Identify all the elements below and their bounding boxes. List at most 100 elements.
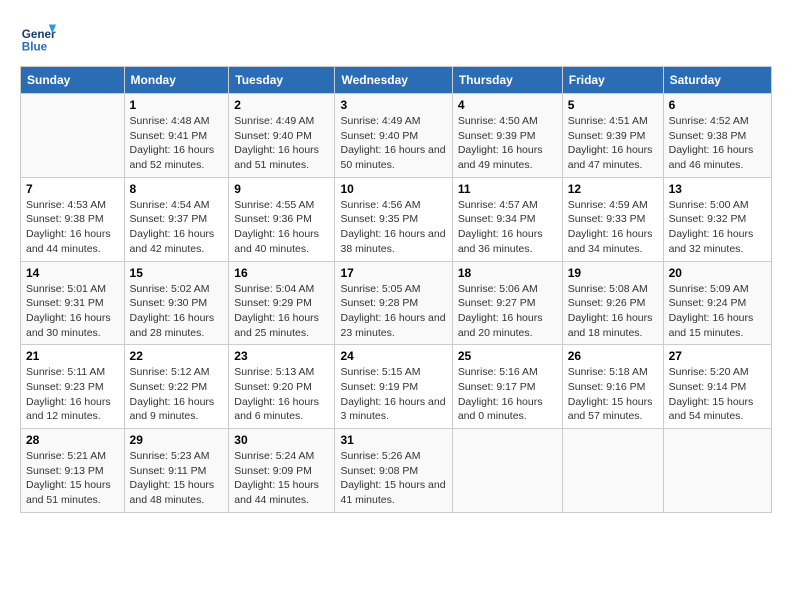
day-number: 19	[568, 266, 658, 280]
calendar-cell: 31Sunrise: 5:26 AMSunset: 9:08 PMDayligh…	[335, 429, 452, 513]
logo: General Blue	[20, 20, 60, 56]
calendar-cell: 10 Sunrise: 4:56 AMSunset: 9:35 PMDayligh…	[335, 177, 452, 261]
calendar-cell: 18Sunrise: 5:06 AMSunset: 9:27 PMDayligh…	[452, 261, 562, 345]
calendar-cell: 23 Sunrise: 5:13 AMSunset: 9:20 PMDayligh…	[229, 345, 335, 429]
svg-text:General: General	[22, 28, 56, 41]
day-number: 11	[458, 182, 557, 196]
day-number: 9	[234, 182, 329, 196]
calendar-cell: 27 Sunrise: 5:20 AMSunset: 9:14 PMDayligh…	[663, 345, 771, 429]
day-info: Sunrise: 5:05 AMSunset: 9:28 PMDaylight:…	[340, 282, 446, 341]
day-number: 7	[26, 182, 119, 196]
day-info: Sunrise: 5:02 AMSunset: 9:30 PMDaylight:…	[130, 282, 224, 341]
day-info: Sunrise: 4:49 AMSunset: 9:40 PMDaylight:…	[340, 114, 446, 173]
calendar-cell: 24 Sunrise: 5:15 AMSunset: 9:19 PMDayligh…	[335, 345, 452, 429]
calendar-cell: 26 Sunrise: 5:18 AMSunset: 9:16 PMDayligh…	[562, 345, 663, 429]
day-info: Sunrise: 4:54 AMSunset: 9:37 PMDaylight:…	[130, 198, 224, 257]
day-info: Sunrise: 4:57 AMSunset: 9:34 PMDaylight:…	[458, 198, 557, 257]
calendar-cell: 2 Sunrise: 4:49 AMSunset: 9:40 PMDaylight…	[229, 94, 335, 178]
day-number: 29	[130, 433, 224, 447]
weekday-header: Tuesday	[229, 67, 335, 94]
calendar-cell: 9 Sunrise: 4:55 AMSunset: 9:36 PMDaylight…	[229, 177, 335, 261]
day-info: Sunrise: 5:00 AMSunset: 9:32 PMDaylight:…	[669, 198, 766, 257]
day-number: 28	[26, 433, 119, 447]
day-number: 21	[26, 349, 119, 363]
day-info: Sunrise: 5:20 AMSunset: 9:14 PMDaylight:…	[669, 365, 766, 424]
calendar-cell: 20 Sunrise: 5:09 AMSunset: 9:24 PMDayligh…	[663, 261, 771, 345]
day-info: Sunrise: 5:13 AMSunset: 9:20 PMDaylight:…	[234, 365, 329, 424]
day-info: Sunrise: 5:23 AMSunset: 9:11 PMDaylight:…	[130, 449, 224, 508]
day-info: Sunrise: 5:26 AMSunset: 9:08 PMDaylight:…	[340, 449, 446, 508]
day-info: Sunrise: 4:50 AMSunset: 9:39 PMDaylight:…	[458, 114, 557, 173]
calendar-cell	[452, 429, 562, 513]
calendar-cell: 19 Sunrise: 5:08 AMSunset: 9:26 PMDayligh…	[562, 261, 663, 345]
day-info: Sunrise: 4:55 AMSunset: 9:36 PMDaylight:…	[234, 198, 329, 257]
day-number: 8	[130, 182, 224, 196]
day-info: Sunrise: 5:09 AMSunset: 9:24 PMDaylight:…	[669, 282, 766, 341]
day-info: Sunrise: 5:18 AMSunset: 9:16 PMDaylight:…	[568, 365, 658, 424]
calendar-cell: 22 Sunrise: 5:12 AMSunset: 9:22 PMDayligh…	[124, 345, 229, 429]
calendar-cell: 30Sunrise: 5:24 AMSunset: 9:09 PMDayligh…	[229, 429, 335, 513]
calendar-cell	[21, 94, 125, 178]
calendar-cell: 29 Sunrise: 5:23 AMSunset: 9:11 PMDayligh…	[124, 429, 229, 513]
day-info: Sunrise: 5:08 AMSunset: 9:26 PMDaylight:…	[568, 282, 658, 341]
day-number: 17	[340, 266, 446, 280]
day-info: Sunrise: 5:16 AMSunset: 9:17 PMDaylight:…	[458, 365, 557, 424]
day-number: 2	[234, 98, 329, 112]
day-info: Sunrise: 5:11 AMSunset: 9:23 PMDaylight:…	[26, 365, 119, 424]
calendar-cell: 15 Sunrise: 5:02 AMSunset: 9:30 PMDayligh…	[124, 261, 229, 345]
day-number: 10	[340, 182, 446, 196]
day-info: Sunrise: 5:01 AMSunset: 9:31 PMDaylight:…	[26, 282, 119, 341]
day-number: 6	[669, 98, 766, 112]
calendar-cell: 28 Sunrise: 5:21 AMSunset: 9:13 PMDayligh…	[21, 429, 125, 513]
day-number: 5	[568, 98, 658, 112]
day-number: 26	[568, 349, 658, 363]
calendar-cell: 5Sunrise: 4:51 AMSunset: 9:39 PMDaylight…	[562, 94, 663, 178]
calendar-cell: 17 Sunrise: 5:05 AMSunset: 9:28 PMDayligh…	[335, 261, 452, 345]
day-number: 27	[669, 349, 766, 363]
day-info: Sunrise: 4:52 AMSunset: 9:38 PMDaylight:…	[669, 114, 766, 173]
day-info: Sunrise: 5:24 AMSunset: 9:09 PMDaylight:…	[234, 449, 329, 508]
day-number: 14	[26, 266, 119, 280]
day-info: Sunrise: 4:59 AMSunset: 9:33 PMDaylight:…	[568, 198, 658, 257]
day-number: 25	[458, 349, 557, 363]
calendar-cell: 6 Sunrise: 4:52 AMSunset: 9:38 PMDaylight…	[663, 94, 771, 178]
calendar-cell	[663, 429, 771, 513]
calendar-cell: 21 Sunrise: 5:11 AMSunset: 9:23 PMDayligh…	[21, 345, 125, 429]
day-number: 16	[234, 266, 329, 280]
day-number: 15	[130, 266, 224, 280]
day-info: Sunrise: 4:53 AMSunset: 9:38 PMDaylight:…	[26, 198, 119, 257]
day-number: 24	[340, 349, 446, 363]
day-number: 23	[234, 349, 329, 363]
weekday-header: Thursday	[452, 67, 562, 94]
day-number: 13	[669, 182, 766, 196]
weekday-header: Wednesday	[335, 67, 452, 94]
day-info: Sunrise: 5:12 AMSunset: 9:22 PMDaylight:…	[130, 365, 224, 424]
calendar-cell: 16 Sunrise: 5:04 AMSunset: 9:29 PMDayligh…	[229, 261, 335, 345]
page-header: General Blue	[20, 20, 772, 56]
day-number: 22	[130, 349, 224, 363]
calendar-cell: 11 Sunrise: 4:57 AMSunset: 9:34 PMDayligh…	[452, 177, 562, 261]
day-number: 20	[669, 266, 766, 280]
day-number: 18	[458, 266, 557, 280]
weekday-header: Sunday	[21, 67, 125, 94]
day-info: Sunrise: 4:56 AMSunset: 9:35 PMDaylight:…	[340, 198, 446, 257]
day-info: Sunrise: 5:04 AMSunset: 9:29 PMDaylight:…	[234, 282, 329, 341]
day-info: Sunrise: 4:48 AMSunset: 9:41 PMDaylight:…	[130, 114, 224, 173]
calendar-cell: 25 Sunrise: 5:16 AMSunset: 9:17 PMDayligh…	[452, 345, 562, 429]
calendar-cell: 4 Sunrise: 4:50 AMSunset: 9:39 PMDaylight…	[452, 94, 562, 178]
calendar-cell	[562, 429, 663, 513]
day-number: 1	[130, 98, 224, 112]
calendar-cell: 7 Sunrise: 4:53 AMSunset: 9:38 PMDaylight…	[21, 177, 125, 261]
weekday-header: Monday	[124, 67, 229, 94]
day-info: Sunrise: 4:49 AMSunset: 9:40 PMDaylight:…	[234, 114, 329, 173]
day-number: 4	[458, 98, 557, 112]
weekday-header: Friday	[562, 67, 663, 94]
calendar-cell: 13 Sunrise: 5:00 AMSunset: 9:32 PMDayligh…	[663, 177, 771, 261]
day-info: Sunrise: 5:21 AMSunset: 9:13 PMDaylight:…	[26, 449, 119, 508]
calendar-cell: 12Sunrise: 4:59 AMSunset: 9:33 PMDayligh…	[562, 177, 663, 261]
calendar-cell: 14 Sunrise: 5:01 AMSunset: 9:31 PMDayligh…	[21, 261, 125, 345]
logo-icon: General Blue	[20, 20, 56, 56]
calendar-cell: 3Sunrise: 4:49 AMSunset: 9:40 PMDaylight…	[335, 94, 452, 178]
day-info: Sunrise: 5:15 AMSunset: 9:19 PMDaylight:…	[340, 365, 446, 424]
calendar-cell: 8 Sunrise: 4:54 AMSunset: 9:37 PMDaylight…	[124, 177, 229, 261]
